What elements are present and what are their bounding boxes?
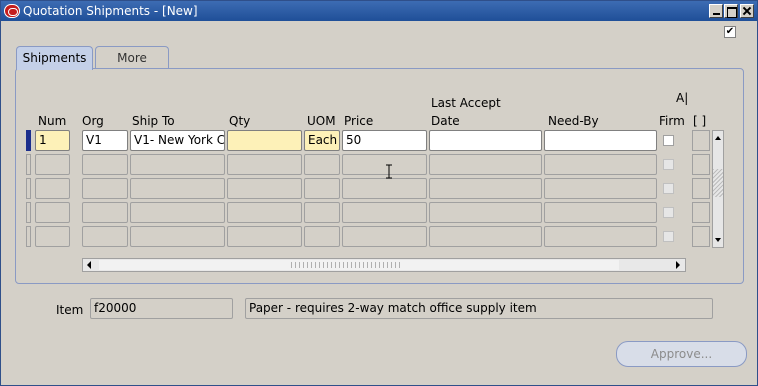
horizontal-scrollbar[interactable] xyxy=(82,258,686,272)
org-field[interactable] xyxy=(82,202,128,223)
column-header-firm: Firm xyxy=(659,114,685,128)
need-by-field[interactable] xyxy=(544,154,657,175)
qty-field[interactable] xyxy=(227,202,302,223)
need-by-field[interactable] xyxy=(544,178,657,199)
scroll-right-arrow-icon[interactable] xyxy=(671,259,685,271)
num-field[interactable] xyxy=(35,178,70,199)
tab-more[interactable]: More xyxy=(95,46,169,69)
org-field[interactable] xyxy=(82,154,128,175)
uom-field[interactable] xyxy=(304,154,340,175)
row-selector[interactable] xyxy=(26,178,31,199)
num-field[interactable] xyxy=(35,154,70,175)
org-field[interactable] xyxy=(82,226,128,247)
column-header-date: Date xyxy=(431,114,460,128)
qty-field[interactable] xyxy=(227,226,302,247)
price-field[interactable] xyxy=(342,202,427,223)
column-header-descriptive-flex: [ ] xyxy=(693,114,707,128)
close-button[interactable] xyxy=(740,4,754,18)
scroll-down-arrow-icon[interactable] xyxy=(713,233,723,247)
text-cursor-icon xyxy=(386,164,392,179)
uom-field[interactable]: Each xyxy=(304,130,340,151)
column-header-uom: UOM xyxy=(307,114,336,128)
tab-shipments[interactable]: Shipments xyxy=(16,46,93,70)
title-bar: Quotation Shipments - [New] xyxy=(1,1,757,21)
last-accept-date-field[interactable] xyxy=(429,202,542,223)
ship-to-field[interactable]: V1- New York C xyxy=(130,130,225,151)
firm-checkbox[interactable] xyxy=(663,207,674,218)
row-selector-active[interactable] xyxy=(26,130,31,151)
org-field[interactable] xyxy=(82,178,128,199)
last-accept-date-field[interactable] xyxy=(429,226,542,247)
qty-field[interactable] xyxy=(227,130,302,151)
num-field[interactable]: 1 xyxy=(35,130,70,151)
descriptive-flex-field[interactable] xyxy=(692,130,710,151)
shipments-panel xyxy=(15,68,744,284)
qty-field[interactable] xyxy=(227,178,302,199)
descriptive-flex-field[interactable] xyxy=(692,178,710,199)
vertical-scroll-thumb[interactable] xyxy=(713,169,723,197)
last-accept-date-field[interactable] xyxy=(429,130,542,151)
column-header-ap-truncated: A| xyxy=(676,91,689,105)
item-code-field[interactable]: f20000 xyxy=(90,298,233,319)
price-field[interactable] xyxy=(342,178,427,199)
firm-checkbox[interactable] xyxy=(663,159,674,170)
column-header-last-accept: Last Accept xyxy=(431,96,501,110)
column-header-org: Org xyxy=(82,114,104,128)
need-by-field[interactable] xyxy=(544,202,657,223)
scroll-left-arrow-icon[interactable] xyxy=(83,259,97,271)
window-title: Quotation Shipments - [New] xyxy=(23,4,198,18)
num-field[interactable] xyxy=(35,226,70,247)
descriptive-flex-field[interactable] xyxy=(692,226,710,247)
uom-field[interactable] xyxy=(304,202,340,223)
num-field[interactable] xyxy=(35,202,70,223)
maximize-button[interactable] xyxy=(724,4,738,18)
column-header-qty: Qty xyxy=(229,114,251,128)
need-by-field[interactable] xyxy=(544,130,657,151)
row-selector[interactable] xyxy=(26,202,31,223)
column-header-num: Num xyxy=(38,114,67,128)
firm-checkbox[interactable] xyxy=(663,183,674,194)
scroll-up-arrow-icon[interactable] xyxy=(713,131,723,145)
quotation-shipments-window: Quotation Shipments - [New] ✔ Shipments … xyxy=(0,0,758,386)
price-field[interactable] xyxy=(342,226,427,247)
approve-button[interactable]: Approve... xyxy=(616,341,747,367)
need-by-field[interactable] xyxy=(544,226,657,247)
row-selector[interactable] xyxy=(26,154,31,175)
org-field[interactable]: V1 xyxy=(82,130,128,151)
firm-checkbox[interactable] xyxy=(663,231,674,242)
ship-to-field[interactable] xyxy=(130,202,225,223)
item-description-field[interactable]: Paper - requires 2-way match office supp… xyxy=(245,298,713,319)
ship-to-field[interactable] xyxy=(130,154,225,175)
minimize-button[interactable] xyxy=(709,4,723,18)
last-accept-date-field[interactable] xyxy=(429,154,542,175)
descriptive-flex-field[interactable] xyxy=(692,202,710,223)
column-header-ship-to: Ship To xyxy=(132,114,175,128)
column-header-price: Price xyxy=(344,114,374,128)
scroll-grip xyxy=(291,262,401,268)
item-label: Item xyxy=(56,303,84,317)
oracle-logo-icon xyxy=(4,4,20,18)
firm-checkbox[interactable] xyxy=(663,135,674,146)
uom-field[interactable] xyxy=(304,226,340,247)
price-field[interactable]: 50 xyxy=(342,130,427,151)
ship-to-field[interactable] xyxy=(130,178,225,199)
ship-to-field[interactable] xyxy=(130,226,225,247)
uom-field[interactable] xyxy=(304,178,340,199)
row-selector[interactable] xyxy=(26,226,31,247)
horizontal-scroll-thumb[interactable] xyxy=(99,260,619,270)
column-header-need-by: Need-By xyxy=(548,114,599,128)
descriptive-flex-field[interactable] xyxy=(692,154,710,175)
qty-field[interactable] xyxy=(227,154,302,175)
folder-checkbox[interactable]: ✔ xyxy=(724,26,736,38)
last-accept-date-field[interactable] xyxy=(429,178,542,199)
vertical-scrollbar[interactable] xyxy=(712,130,724,248)
